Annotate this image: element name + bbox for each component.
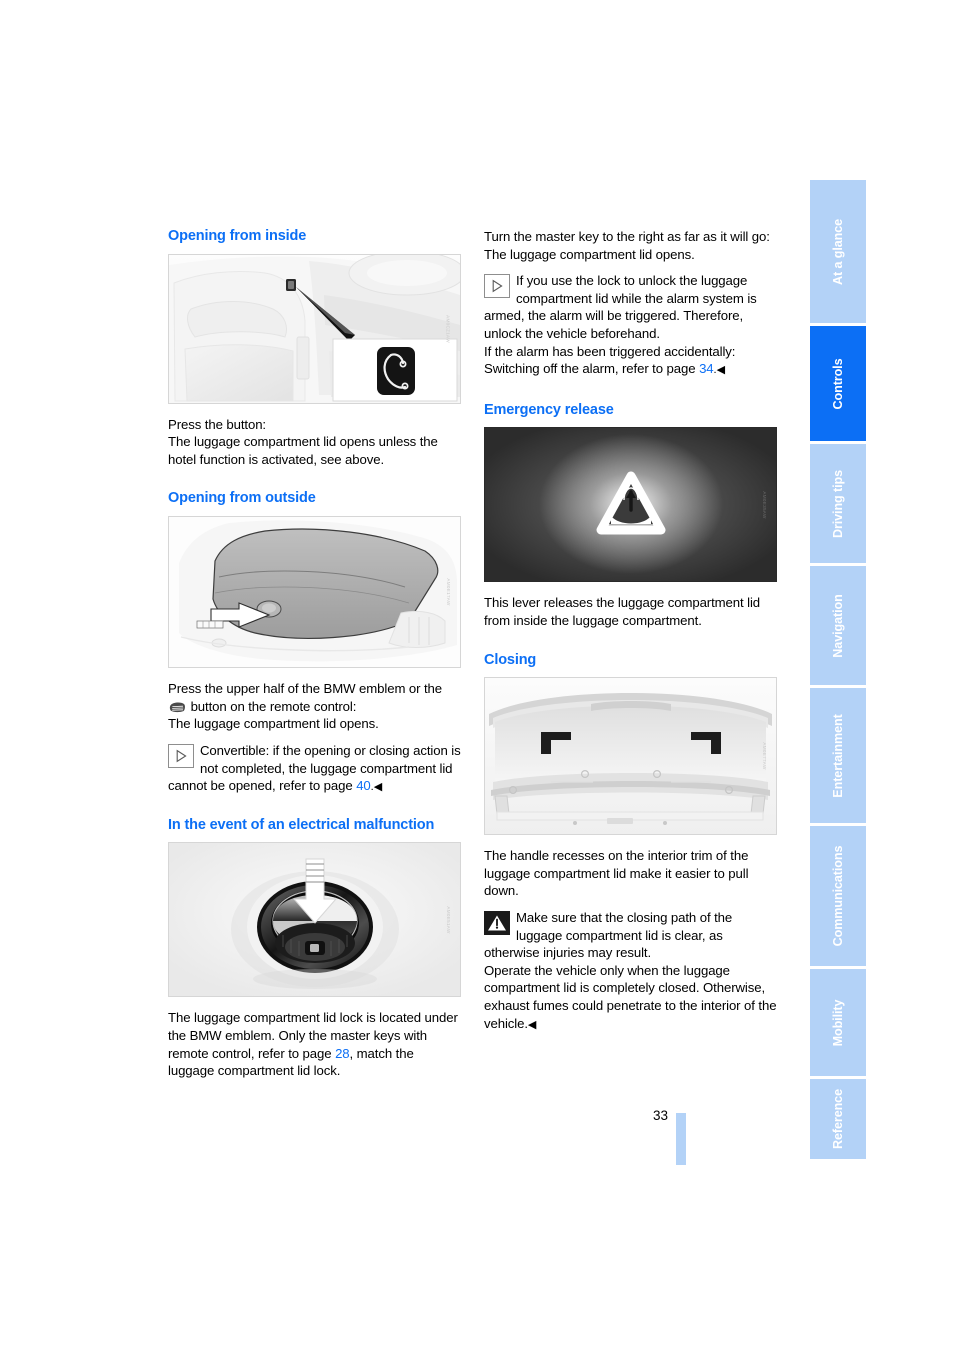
manual-page: Opening from inside AM0CZ1AW Press the b… [0, 0, 954, 1351]
text-press-bmw-emblem: Press the upper half of the BMW emblem o… [168, 680, 461, 715]
page-number-bar [676, 1113, 686, 1165]
interior-trunk-release-button-illustration [169, 254, 460, 403]
figure-electrical-malfunction: AM0E51AW [168, 842, 461, 998]
text-handle-recesses: The handle recesses on the interior trim… [484, 848, 749, 899]
bmw-emblem-lock-illustration [169, 843, 460, 997]
note-alarm-text: If you use the lock to unlock the luggag… [484, 273, 757, 341]
tab-communications[interactable]: Communications [810, 826, 866, 969]
page-number: 33 [652, 1108, 668, 1123]
note-closing-warning: Make sure that the closing path of the l… [484, 909, 777, 962]
section-tab-rail: At a glance Controls Driving tips Naviga… [810, 180, 866, 1162]
page-reference-28[interactable]: 28 [335, 1046, 350, 1061]
hint-triangle-icon [484, 274, 510, 299]
text-lock-under-emblem-part1: The luggage compartment lid lock is loca… [168, 1010, 458, 1061]
tab-entertainment[interactable]: Entertainment [810, 688, 866, 826]
figure-credit: AM0E35AW [761, 491, 767, 519]
text-press-bmw-emblem-part1: Press the upper half of the BMW emblem o… [168, 681, 443, 697]
text-lock-under-emblem: The luggage compartment lid lock is loca… [168, 1009, 461, 1079]
text-switching-off-alarm: Switching off the alarm, refer to page 3… [484, 360, 777, 380]
page-reference-40[interactable]: 40 [356, 778, 371, 793]
alarm-end-mark: .◀ [713, 364, 726, 377]
figure-opening-from-outside: AM0E17AW [168, 516, 461, 669]
text-alarm-accidental: If the alarm has been triggered accident… [484, 343, 736, 359]
note-convertible: Convertible: if the opening or closing a… [168, 742, 461, 797]
tab-controls-label: Controls [831, 358, 845, 409]
text-lever-releases: This lever releases the luggage compartm… [484, 595, 761, 629]
tab-reference-label: Reference [831, 1088, 845, 1150]
heading-closing: Closing [484, 651, 537, 668]
text-operate-vehicle-closed: Operate the vehicle only when the luggag… [484, 962, 777, 1034]
tab-communications-label: Communications [831, 845, 845, 947]
figure-opening-from-inside: AM0CZ1AW [168, 253, 461, 404]
emergency-release-glow-illustration [485, 428, 776, 582]
note-end-mark: .◀ [370, 781, 383, 794]
right-text-column: Turn the master key to the right as far … [484, 228, 777, 1034]
tab-driving-tips-label: Driving tips [831, 469, 845, 538]
note-alarm: If you use the lock to unlock the luggag… [484, 272, 777, 342]
text-switching-off-alarm-part1: Switching off the alarm, refer to page [484, 361, 696, 377]
heading-electrical-malfunction: In the event of an electrical malfunctio… [168, 816, 435, 833]
heading-opening-from-inside: Opening from inside [168, 228, 307, 244]
closing-end-mark: ◀ [527, 1018, 537, 1031]
trunk-button-icon [169, 700, 186, 712]
figure-credit: AM0CZ1AW [445, 314, 451, 343]
note-convertible-text: Convertible: if the opening or closing a… [168, 742, 461, 797]
text-lid-opens-key: The luggage compartment lid opens. [484, 246, 695, 262]
note-convertible-text-body: Convertible: if the opening or closing a… [168, 742, 461, 794]
figure-emergency-release: AM0E35AW [484, 427, 777, 583]
trunk-lid-exterior-illustration [169, 517, 460, 668]
text-press-bmw-emblem-part2: button on the remote control: [190, 698, 357, 714]
text-lid-opens-outside: The luggage compartment lid opens. [168, 716, 379, 732]
tab-mobility[interactable]: Mobility [810, 969, 866, 1079]
left-text-column: Opening from inside AM0CZ1AW Press the b… [168, 228, 461, 1080]
figure-closing: AM0E77AW [484, 677, 777, 836]
tab-mobility-label: Mobility [831, 999, 845, 1046]
heading-opening-from-outside: Opening from outside [168, 490, 316, 507]
tab-driving-tips[interactable]: Driving tips [810, 444, 866, 566]
text-lid-opens-unless-hotel: The luggage compartment lid opens unless… [168, 434, 438, 467]
heading-emergency-release: Emergency release [484, 401, 614, 418]
page-reference-34[interactable]: 34 [699, 361, 714, 376]
hint-triangle-icon [168, 743, 194, 768]
note-closing-warning-text: Make sure that the closing path of the l… [484, 910, 733, 961]
text-press-the-button: Press the button: [168, 416, 266, 432]
tab-at-a-glance[interactable]: At a glance [810, 180, 866, 326]
figure-credit: AM0E51AW [445, 906, 451, 934]
warning-triangle-icon [484, 911, 510, 936]
text-turn-master-key: Turn the master key to the right as far … [484, 229, 770, 244]
tab-navigation[interactable]: Navigation [810, 566, 866, 688]
figure-credit: AM0E77AW [761, 742, 767, 770]
tab-entertainment-label: Entertainment [831, 713, 845, 798]
tab-at-a-glance-label: At a glance [831, 218, 845, 285]
tab-controls[interactable]: Controls [810, 326, 866, 444]
tab-reference[interactable]: Reference [810, 1079, 866, 1159]
trunk-lid-interior-trim-illustration [485, 678, 776, 835]
tab-navigation-label: Navigation [831, 593, 845, 658]
figure-credit: AM0E17AW [445, 578, 451, 606]
